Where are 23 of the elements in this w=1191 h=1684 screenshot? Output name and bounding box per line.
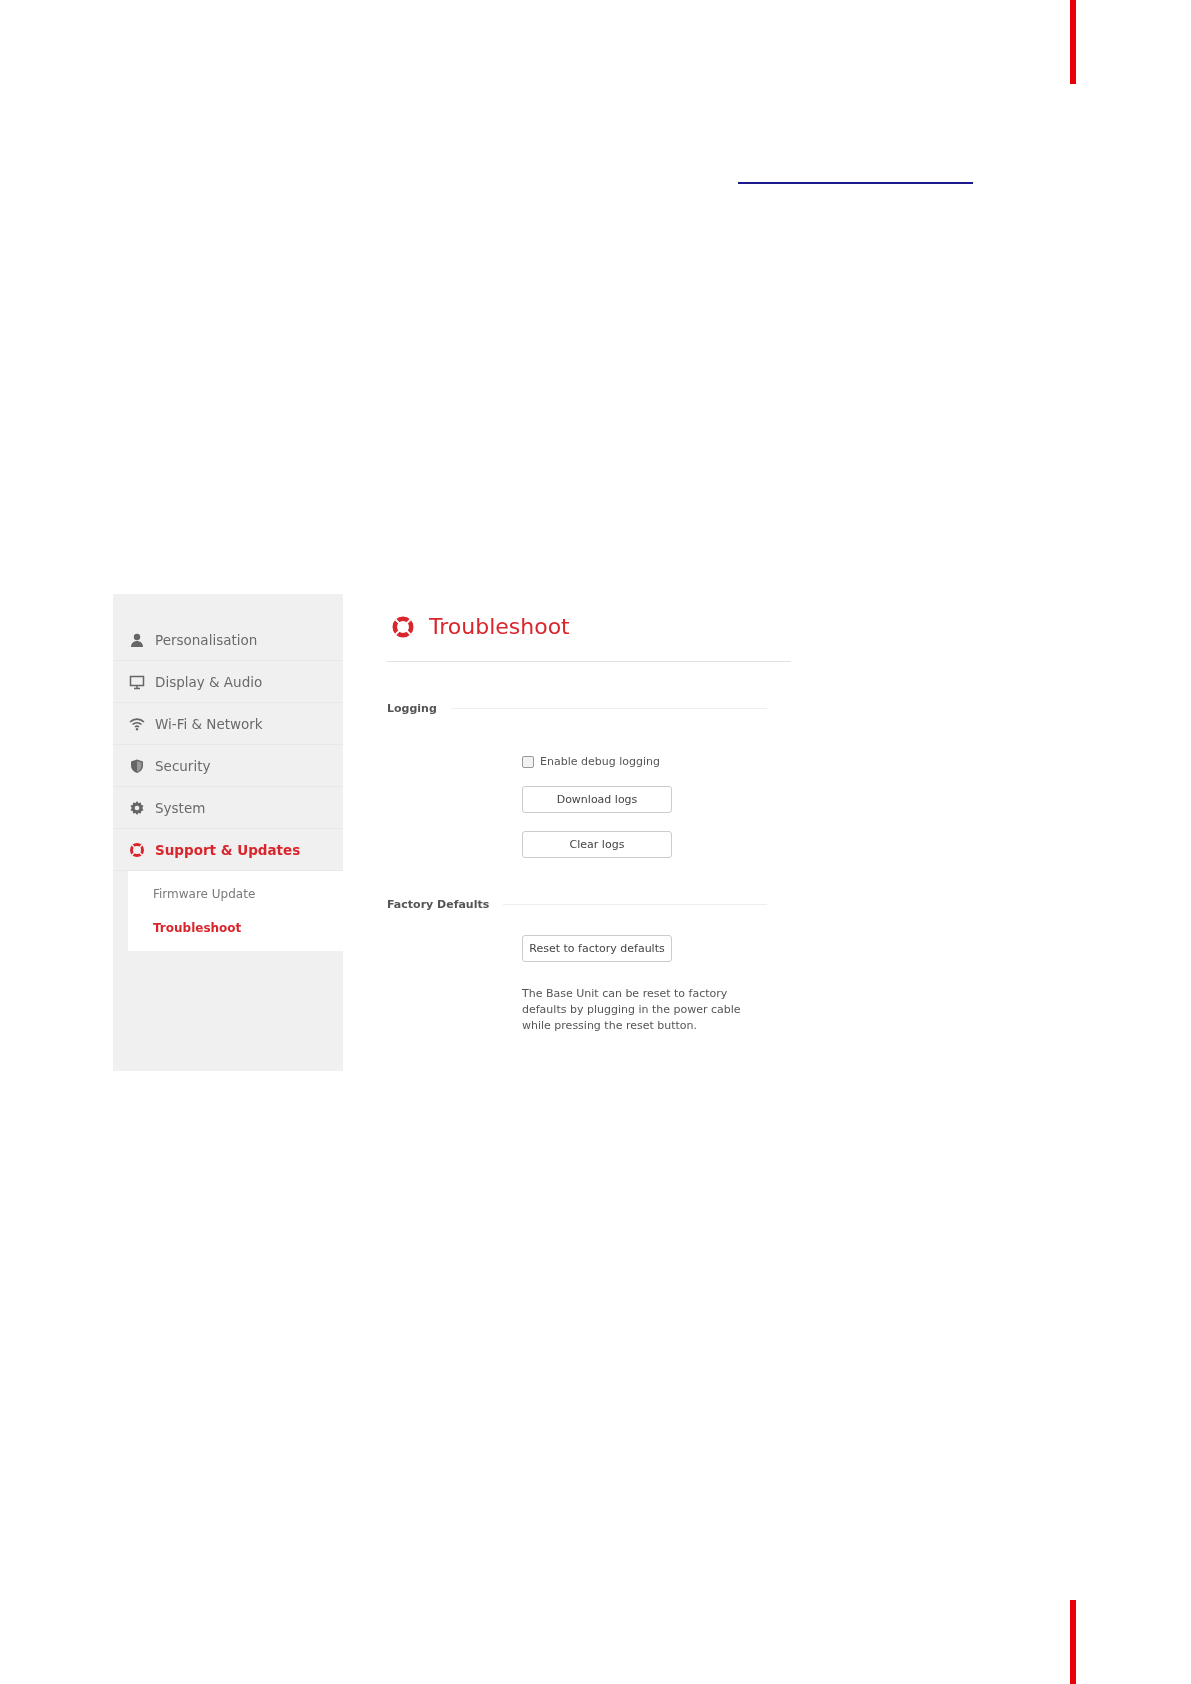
shield-icon	[129, 757, 145, 774]
help-text: The Base Unit can be reset to factory defaults by plugging in the power cable while pressing the reset button.	[522, 986, 742, 1034]
monitor-icon	[129, 673, 145, 690]
lifebuoy-icon	[129, 841, 145, 858]
sidebar-item[interactable]: System	[113, 787, 343, 829]
action-button[interactable]: Reset to factory defaults	[522, 935, 672, 962]
sidebar-item[interactable]: Personalisation	[113, 619, 343, 661]
sidebar-item[interactable]: Wi-Fi & Network	[113, 703, 343, 745]
lifebuoy-icon	[391, 614, 415, 639]
gear-icon	[129, 799, 145, 816]
section-heading: Factory Defaults	[387, 898, 490, 911]
wifi-icon	[129, 715, 145, 732]
page-title: Troubleshoot	[429, 614, 570, 639]
checkbox[interactable]	[522, 755, 534, 768]
sidebar-item[interactable]: Display & Audio	[113, 661, 343, 703]
action-button[interactable]: Clear logs	[522, 831, 672, 858]
sidebar-item[interactable]: Security	[113, 745, 343, 787]
submenu-item[interactable]: Troubleshoot	[128, 911, 343, 945]
person-icon	[129, 631, 145, 648]
action-button[interactable]: Download logs	[522, 786, 672, 813]
submenu-item[interactable]: Firmware Update	[128, 877, 343, 911]
checkbox-label: Enable debug logging	[540, 755, 660, 768]
section-heading: Logging	[387, 702, 437, 715]
